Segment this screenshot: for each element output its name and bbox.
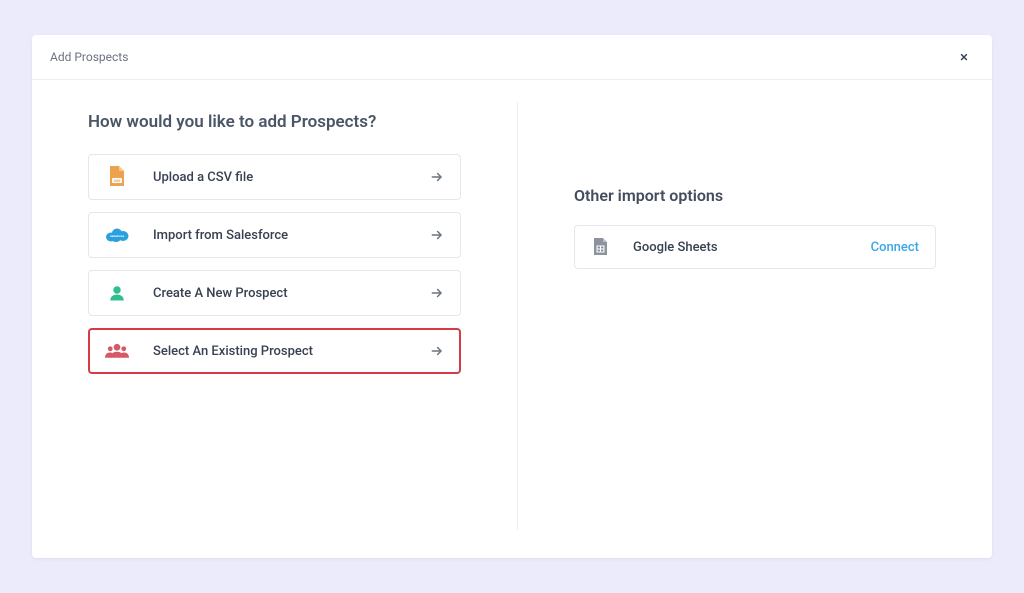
modal-header: Add Prospects × bbox=[32, 35, 992, 80]
option-label: Select An Existing Prospect bbox=[153, 344, 430, 359]
option-import-salesforce[interactable]: salesforce Import from Salesforce bbox=[88, 212, 461, 258]
left-column: How would you like to add Prospects? csv… bbox=[88, 102, 518, 530]
arrow-right-icon bbox=[430, 170, 444, 184]
arrow-right-icon bbox=[430, 344, 444, 358]
modal-body: How would you like to add Prospects? csv… bbox=[32, 80, 992, 558]
close-button[interactable]: × bbox=[954, 47, 974, 67]
arrow-right-icon bbox=[430, 228, 444, 242]
user-icon bbox=[105, 284, 129, 302]
option-label: Import from Salesforce bbox=[153, 228, 430, 243]
svg-text:csv: csv bbox=[114, 179, 122, 184]
option-upload-csv[interactable]: csv Upload a CSV file bbox=[88, 154, 461, 200]
option-select-existing-prospect[interactable]: Select An Existing Prospect bbox=[88, 328, 461, 374]
option-create-new-prospect[interactable]: Create A New Prospect bbox=[88, 270, 461, 316]
svg-text:salesforce: salesforce bbox=[110, 234, 125, 238]
salesforce-icon: salesforce bbox=[105, 226, 129, 244]
arrow-right-icon bbox=[430, 286, 444, 300]
google-sheets-icon bbox=[591, 238, 609, 256]
right-column: Other import options Google Sheets Conne… bbox=[518, 102, 936, 530]
connect-link[interactable]: Connect bbox=[871, 240, 919, 255]
add-prospects-modal: Add Prospects × How would you like to ad… bbox=[32, 35, 992, 558]
option-label: Create A New Prospect bbox=[153, 286, 430, 301]
csv-file-icon: csv bbox=[105, 168, 129, 186]
question-heading: How would you like to add Prospects? bbox=[88, 112, 461, 132]
other-import-google-sheets: Google Sheets Connect bbox=[574, 225, 936, 269]
option-label: Upload a CSV file bbox=[153, 170, 430, 185]
other-import-heading: Other import options bbox=[574, 186, 936, 205]
modal-title: Add Prospects bbox=[50, 50, 128, 64]
users-icon bbox=[105, 342, 129, 360]
google-sheets-label: Google Sheets bbox=[633, 240, 871, 255]
